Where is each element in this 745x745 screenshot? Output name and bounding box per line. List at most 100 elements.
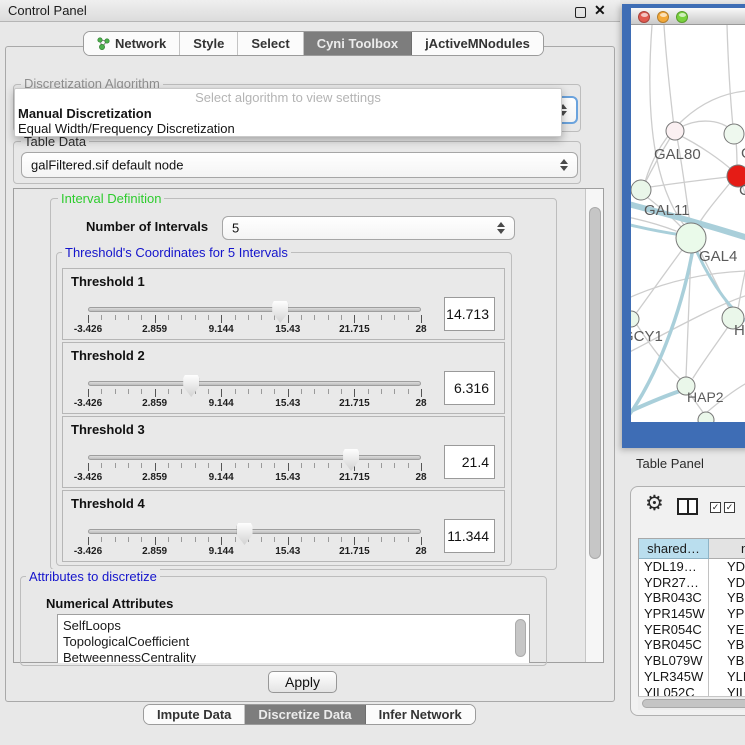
- horizontal-scrollbar[interactable]: [638, 696, 745, 710]
- close-icon[interactable]: ✕: [594, 2, 606, 19]
- attribute-list-item[interactable]: BetweennessCentrality: [58, 650, 529, 663]
- tick-label: 21.715: [339, 398, 370, 409]
- tab-network[interactable]: Network: [84, 32, 180, 55]
- threshold-value-field[interactable]: 21.4: [444, 445, 495, 479]
- tab-impute-data[interactable]: Impute Data: [144, 705, 245, 724]
- network-edge[interactable]: [693, 327, 728, 378]
- table-row[interactable]: YPR145WYPR1: [639, 606, 745, 622]
- table-data-combobox[interactable]: galFiltered.sif default node: [21, 152, 578, 178]
- node-gal11[interactable]: [631, 180, 651, 200]
- vertical-scrollbar[interactable]: [585, 189, 603, 662]
- combo-arrows-icon: [560, 159, 568, 171]
- bottom-tabbar: Impute Data Discretize Data Infer Networ…: [143, 704, 476, 725]
- network-edge[interactable]: [664, 25, 674, 127]
- attribute-list-item[interactable]: TopologicalCoefficient: [58, 634, 529, 650]
- node-top[interactable]: [724, 124, 744, 144]
- tab-discretize-data[interactable]: Discretize Data: [245, 705, 365, 724]
- table-row[interactable]: YBR043CYBR0: [639, 590, 745, 606]
- node-gcy1[interactable]: [631, 311, 639, 327]
- name-cell[interactable]: YDR2: [709, 575, 745, 591]
- attribute-list-item[interactable]: SelfLoops: [58, 618, 529, 634]
- tab-select[interactable]: Select: [238, 32, 303, 55]
- name-cell[interactable]: YDL1: [709, 559, 745, 575]
- select-all-columns-icon[interactable]: ✓: [724, 502, 735, 513]
- split-panel-icon[interactable]: [677, 498, 698, 515]
- tab-cyni-toolbox[interactable]: Cyni Toolbox: [304, 32, 412, 55]
- name-cell[interactable]: YPR1: [709, 606, 745, 622]
- shared-name-cell[interactable]: YER054C: [639, 622, 709, 638]
- gear-icon[interactable]: ⚙: [645, 493, 664, 514]
- shared-name-cell[interactable]: YIL052C: [639, 685, 709, 697]
- table-row[interactable]: YDL19…YDL1: [639, 559, 745, 575]
- close-traffic-light[interactable]: [638, 11, 650, 23]
- shared-name-cell[interactable]: YPR145W: [639, 606, 709, 622]
- slider-track[interactable]: [88, 455, 421, 460]
- table-row[interactable]: YDR27…YDR2: [639, 575, 745, 591]
- slider-track[interactable]: [88, 381, 421, 386]
- node-label: GAL4: [699, 248, 737, 265]
- list-scrollbar-thumb[interactable]: [515, 619, 526, 657]
- slider-track[interactable]: [88, 529, 421, 534]
- float-window-icon[interactable]: [575, 7, 586, 18]
- network-edge[interactable]: [698, 183, 730, 225]
- shared-name-cell[interactable]: YDR27…: [639, 575, 709, 591]
- tick-label: -3.426: [74, 472, 102, 483]
- table-row[interactable]: YIL052CYIL0: [639, 685, 745, 697]
- network-window-titlebar[interactable]: [631, 8, 745, 25]
- table-row[interactable]: YBR045CYBR0: [639, 637, 745, 653]
- shared-name-cell[interactable]: YLR345W: [639, 669, 709, 685]
- numerical-attributes-list[interactable]: SelfLoopsTopologicalCoefficientBetweenne…: [57, 614, 530, 663]
- name-cell[interactable]: YER0: [709, 622, 745, 638]
- network-view-window: GAL80GGAL11CGAL4GCY1HHAP2: [622, 4, 745, 448]
- network-edge[interactable]: [738, 251, 745, 309]
- tab-infer-network[interactable]: Infer Network: [366, 705, 475, 724]
- node-bottom[interactable]: [698, 412, 714, 422]
- node-pink[interactable]: [666, 122, 684, 140]
- number-of-intervals-combobox[interactable]: 5: [222, 216, 515, 240]
- table-row[interactable]: YER054CYER0: [639, 622, 745, 638]
- tick-label: 2.859: [142, 546, 167, 557]
- name-cell[interactable]: YBR0: [709, 637, 745, 653]
- name-cell[interactable]: YBR0: [709, 590, 745, 606]
- number-of-intervals-label: Number of Intervals: [86, 219, 208, 234]
- shared-name-cell[interactable]: YBR045C: [639, 637, 709, 653]
- tick-label: -3.426: [74, 546, 102, 557]
- threshold-value-field[interactable]: 14.713: [444, 297, 495, 331]
- network-edge[interactable]: [736, 141, 737, 167]
- threshold-value-field[interactable]: 6.316: [444, 371, 495, 405]
- name-cell[interactable]: YLR3: [709, 669, 745, 685]
- tick-label: 15.43: [275, 324, 300, 335]
- tick-label: 15.43: [275, 472, 300, 483]
- network-canvas[interactable]: GAL80GGAL11CGAL4GCY1HHAP2: [631, 25, 745, 422]
- thresholds-group-label: Threshold's Coordinates for 5 Intervals: [62, 245, 291, 260]
- name-cell[interactable]: YBL0: [709, 653, 745, 669]
- control-panel-title: Control Panel: [8, 3, 87, 18]
- dropdown-option-equal-width[interactable]: Equal Width/Frequency Discretization: [15, 121, 561, 136]
- network-edge[interactable]: [727, 25, 733, 127]
- threshold-value: 21.4: [462, 454, 489, 470]
- zoom-traffic-light[interactable]: [676, 11, 688, 23]
- table-row[interactable]: YLR345WYLR3: [639, 669, 745, 685]
- tab-jactivemnodules[interactable]: jActiveMNodules: [412, 32, 543, 55]
- shared-name-cell[interactable]: YBR043C: [639, 590, 709, 606]
- dropdown-option-manual[interactable]: Manual Discretization: [15, 106, 561, 121]
- shared-name-cell[interactable]: YBL079W: [639, 653, 709, 669]
- select-columns-icon[interactable]: ✓: [710, 502, 721, 513]
- name-cell[interactable]: YIL0: [709, 685, 745, 697]
- apply-button[interactable]: Apply: [268, 671, 337, 693]
- column-header-name[interactable]: na: [709, 539, 745, 559]
- column-header-shared-name[interactable]: shared…: [639, 539, 709, 559]
- slider-track[interactable]: [88, 307, 421, 312]
- dropdown-prompt-item[interactable]: Select algorithm to view settings: [15, 89, 561, 106]
- threshold-value-field[interactable]: 11.344: [444, 519, 495, 553]
- network-icon: [97, 37, 110, 50]
- tick-label: 28: [415, 324, 426, 335]
- vertical-scrollbar-thumb[interactable]: [589, 207, 601, 559]
- shared-name-cell[interactable]: YDL19…: [639, 559, 709, 575]
- threshold-label: Threshold 2: [71, 348, 145, 363]
- horizontal-scrollbar-thumb[interactable]: [642, 699, 745, 708]
- table-row[interactable]: YBL079WYBL0: [639, 653, 745, 669]
- tab-style[interactable]: Style: [180, 32, 238, 55]
- threshold-label: Threshold 4: [71, 496, 145, 511]
- minimize-traffic-light[interactable]: [657, 11, 669, 23]
